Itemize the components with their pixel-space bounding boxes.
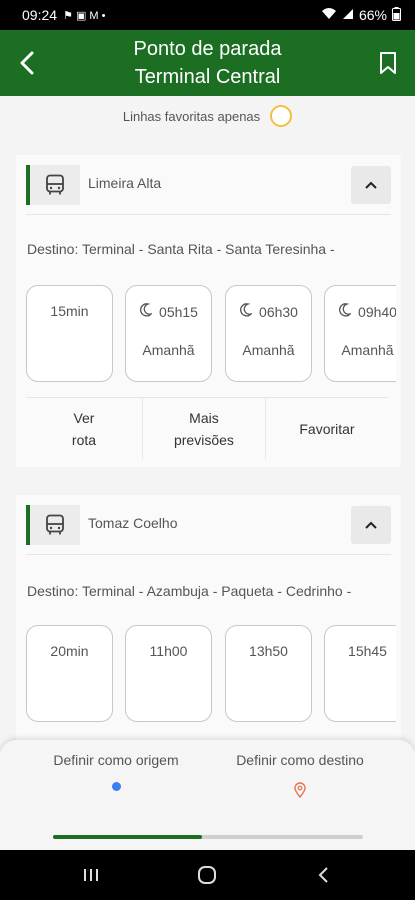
origin-dot-icon <box>111 782 121 791</box>
arrival-time: 13h50 <box>249 643 288 659</box>
see-route-button[interactable]: Ver rota <box>26 398 142 459</box>
location-pin-icon <box>294 782 306 798</box>
favorites-filter-label: Linhas favoritas apenas <box>122 108 261 124</box>
chevron-up-icon <box>365 181 377 189</box>
destination-text: Destino: Terminal - Santa Rita - Santa T… <box>27 241 335 257</box>
line-badge <box>26 165 80 205</box>
arrival-times-list[interactable]: 15min 05h15 Amanhã 06h30 Amanhã 09h40 Am… <box>26 285 396 385</box>
battery-icon <box>392 6 401 24</box>
set-origin-label: Definir como origem <box>53 752 179 768</box>
arrival-time-card[interactable]: 06h30 Amanhã <box>225 285 312 382</box>
carousel-progress-fill <box>53 835 202 839</box>
favorites-toggle[interactable] <box>270 105 293 127</box>
arrow-left-icon <box>20 51 34 75</box>
line-name: Tomaz Coelho <box>88 515 178 531</box>
system-back-button[interactable] <box>310 862 336 888</box>
bookmark-button[interactable] <box>371 46 405 80</box>
page-title-line1: Ponto de parada <box>133 38 282 60</box>
arrival-day: Amanhã <box>341 342 394 358</box>
arrival-time: 15h45 <box>348 643 387 659</box>
status-time: 09:24 <box>22 7 58 23</box>
arrival-time-card[interactable]: 15min <box>26 285 113 382</box>
status-bar: 09:24 ⚑ ▣ M • 66% <box>0 0 415 30</box>
back-button[interactable] <box>10 46 44 80</box>
arrival-day: Amanhã <box>242 342 295 358</box>
arrival-day: Amanhã <box>142 342 195 358</box>
arrival-time-card[interactable]: 20min <box>26 625 113 722</box>
set-destination-button[interactable]: Definir como destino <box>200 752 400 798</box>
line-card-header: Tomaz Coelho <box>26 495 391 555</box>
arrival-time: 11h00 <box>149 643 188 659</box>
bottom-panel: Definir como origem Definir como destino <box>0 740 415 850</box>
back-chevron-icon <box>318 867 328 883</box>
bus-icon <box>46 514 64 535</box>
moon-icon <box>139 303 154 320</box>
arrival-time: 09h40 <box>358 304 396 320</box>
app-bar: Ponto de parada Terminal Central <box>0 30 415 96</box>
moon-icon <box>239 303 254 320</box>
arrival-time-card[interactable]: 15h45 <box>324 625 396 722</box>
arrival-time-card[interactable]: 11h00 <box>125 625 212 722</box>
favorites-filter-row: Linhas favoritas apenas <box>0 100 415 132</box>
arrival-time-card[interactable]: 05h15 Amanhã <box>125 285 212 382</box>
recent-apps-icon <box>84 869 98 881</box>
more-forecasts-button[interactable]: Mais previsões <box>141 398 265 459</box>
arrival-time-card[interactable]: 09h40 Amanhã <box>324 285 396 382</box>
more-forecasts-label: Mais previsões <box>173 409 234 448</box>
arrival-time: 06h30 <box>259 304 298 320</box>
set-destination-label: Definir como destino <box>236 752 364 768</box>
carousel-progress-track <box>53 835 363 839</box>
home-button[interactable] <box>194 862 220 888</box>
arrival-time: 15min <box>50 303 89 319</box>
arrival-time: 20min <box>50 643 89 659</box>
arrival-time-card[interactable]: 13h50 <box>225 625 312 722</box>
moon-icon <box>338 303 353 320</box>
recent-apps-button[interactable] <box>78 862 104 888</box>
chevron-up-icon <box>365 521 377 529</box>
page-title: Ponto de parada Terminal Central <box>60 35 355 91</box>
line-badge <box>26 505 80 545</box>
signal-icon <box>342 7 354 23</box>
favorite-label: Favoritar <box>299 420 355 437</box>
set-origin-button[interactable]: Definir como origem <box>16 752 216 791</box>
see-route-label: Ver rota <box>71 409 97 448</box>
line-card-header: Limeira Alta <box>26 155 391 215</box>
wifi-icon <box>321 7 337 23</box>
line-card: Tomaz Coelho Destino: Terminal - Azambuj… <box>16 495 401 740</box>
line-card: Limeira Alta Destino: Terminal - Santa R… <box>16 155 401 467</box>
destination-text: Destino: Terminal - Azambuja - Paqueta -… <box>27 583 352 599</box>
bookmark-icon <box>380 52 396 74</box>
arrival-times-list[interactable]: 20min 11h00 13h50 15h45 <box>26 625 396 725</box>
bus-icon <box>46 174 64 195</box>
notification-icons: ⚑ ▣ M • <box>63 9 106 22</box>
battery-level: 66% <box>358 7 387 23</box>
system-nav-bar <box>0 850 415 900</box>
line-actions: Ver rota Mais previsões Favoritar <box>26 397 388 459</box>
arrival-time: 05h15 <box>159 304 198 320</box>
page-title-line2: Terminal Central <box>134 66 281 88</box>
line-name: Limeira Alta <box>88 175 162 191</box>
collapse-button[interactable] <box>351 166 391 204</box>
collapse-button[interactable] <box>351 506 391 544</box>
home-icon <box>198 866 216 884</box>
favorite-button[interactable]: Favoritar <box>264 398 388 459</box>
